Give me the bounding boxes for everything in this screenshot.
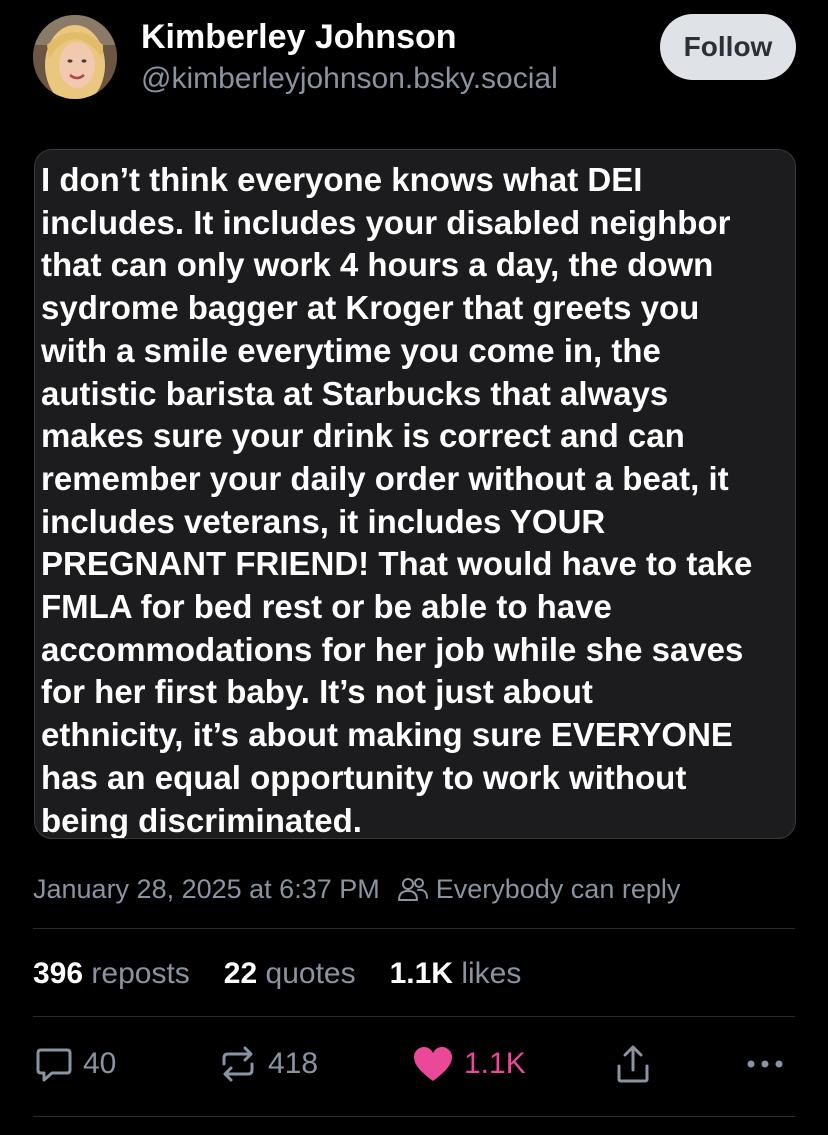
avatar-image xyxy=(33,15,117,99)
avatar[interactable] xyxy=(33,15,117,99)
embed-line: that can only work 4 hours a day, the do… xyxy=(41,246,714,284)
reply-setting-label: Everybody can reply xyxy=(435,873,681,904)
embed-line: ethnicity, it’s about making sure EVERYO… xyxy=(41,716,733,754)
engagement-stats: 396 reposts 22 quotes 1.1K likes xyxy=(33,954,555,994)
author-name[interactable]: Kimberley Johnson xyxy=(141,18,457,57)
people-icon xyxy=(397,878,428,901)
embed-line: with a smile everytime you come in, the xyxy=(41,331,661,369)
embed-line: FMLA for bed rest or be able to have xyxy=(41,588,612,626)
embedded-image[interactable]: I don’t think everyone knows what DEI in… xyxy=(34,149,796,839)
more-options-button[interactable] xyxy=(746,1042,784,1086)
reply-button[interactable]: 40 xyxy=(35,1042,116,1086)
embed-line: autistic barista at Starbucks that alway… xyxy=(41,374,669,412)
divider xyxy=(33,1016,795,1017)
reposts-stat[interactable]: 396 reposts xyxy=(33,957,190,991)
embed-line: PREGNANT FRIEND! That would have to take xyxy=(41,545,753,583)
divider xyxy=(33,1116,795,1117)
likes-stat-label: likes xyxy=(461,957,522,990)
embed-line: has an equal opportunity to work without xyxy=(41,758,687,796)
repost-count: 418 xyxy=(268,1047,319,1080)
quotes-stat[interactable]: 22 quotes xyxy=(224,957,356,991)
embed-line: includes veterans, it includes YOUR xyxy=(41,502,606,540)
ellipsis-icon xyxy=(747,1060,783,1068)
likes-stat-count: 1.1K xyxy=(389,957,453,990)
likes-stat[interactable]: 1.1K likes xyxy=(390,957,522,991)
like-count: 1.1K xyxy=(464,1047,526,1080)
quotes-stat-count: 22 xyxy=(223,957,258,990)
quotes-stat-label: quotes xyxy=(265,957,356,990)
reposts-stat-label: reposts xyxy=(91,957,190,990)
reply-count: 40 xyxy=(83,1047,117,1080)
author-handle[interactable]: @kimberleyjohnson.bsky.social xyxy=(141,62,558,96)
repost-arrows-icon xyxy=(222,1046,254,1082)
post-meta: January 28, 2025 at 6:37 PM Everybody ca… xyxy=(33,872,680,906)
reply-setting: Everybody can reply xyxy=(397,873,681,905)
embed-line: makes sure your drink is correct and can xyxy=(41,417,685,455)
reposts-stat-count: 396 xyxy=(33,957,84,990)
like-button[interactable]: 1.1K xyxy=(412,1042,526,1086)
heart-icon xyxy=(414,1047,452,1081)
divider xyxy=(33,928,795,929)
follow-button[interactable]: Follow xyxy=(660,14,796,80)
action-bar: 40 418 1.1K xyxy=(33,1042,795,1086)
embed-line: includes. It includes your disabled neig… xyxy=(41,203,731,241)
embed-line: accommodations for her job while she sav… xyxy=(41,630,744,668)
post-header: Kimberley Johnson @kimberleyjohnson.bsky… xyxy=(0,0,828,120)
share-icon xyxy=(617,1045,649,1083)
embed-line: being discriminated. xyxy=(41,801,362,839)
embed-line: sydrome bagger at Kroger that greets you xyxy=(41,289,700,327)
post-timestamp: January 28, 2025 at 6:37 PM xyxy=(33,873,380,904)
speech-bubble-icon xyxy=(36,1048,72,1082)
repost-button[interactable]: 418 xyxy=(218,1042,318,1086)
embedded-image-text: I don’t think everyone knows what DEI in… xyxy=(41,159,793,839)
embed-line: for her first baby. It’s not just about xyxy=(41,673,593,711)
share-button[interactable] xyxy=(615,1042,651,1086)
embed-line: remember your daily order without a beat… xyxy=(41,459,729,497)
embed-line: I don’t think everyone knows what DEI xyxy=(41,161,643,198)
